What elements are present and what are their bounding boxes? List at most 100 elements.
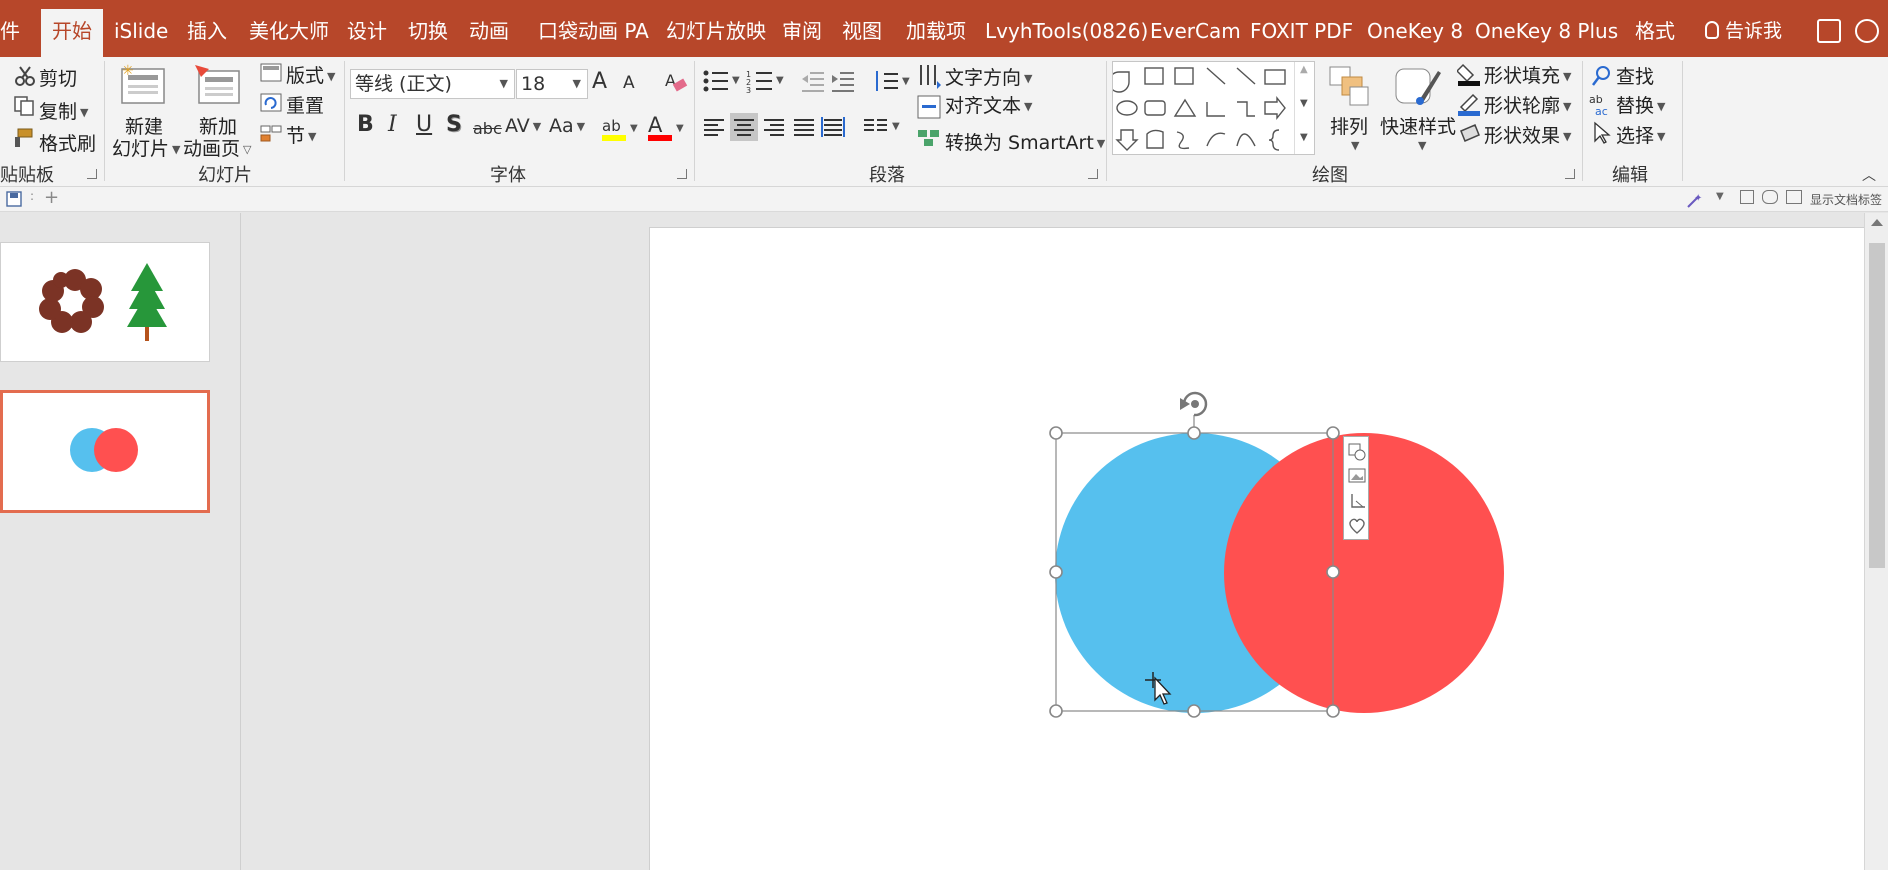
qat-dropdown-icon[interactable]: ▼ xyxy=(1716,191,1724,202)
resize-handle-t[interactable] xyxy=(1187,426,1201,440)
crop-icon[interactable] xyxy=(1348,493,1366,511)
tab-review[interactable]: 审阅 xyxy=(782,9,822,57)
tab-pocket-animation[interactable]: 口袋动画 PA xyxy=(538,9,649,57)
line-spacing-icon[interactable]: ▼ xyxy=(872,69,912,95)
shape-icon[interactable] xyxy=(1348,443,1366,461)
change-case-button[interactable]: Aa ▼ xyxy=(549,115,585,137)
share-icon[interactable] xyxy=(1817,19,1841,43)
tab-doc-icon[interactable] xyxy=(1786,190,1802,204)
shape-outline-button[interactable]: 形状轮廓 ▼ xyxy=(1484,91,1571,118)
scroll-up-icon[interactable] xyxy=(1871,219,1883,226)
quick-styles-button[interactable]: 快速样式 xyxy=(1380,112,1456,139)
font-size-dropdown[interactable]: 18 ▼ xyxy=(516,69,588,99)
tab-format[interactable]: 格式 xyxy=(1635,9,1675,57)
select-button[interactable]: 选择 ▼ xyxy=(1616,121,1665,148)
resize-handle-r[interactable] xyxy=(1326,565,1340,579)
tab-onekey8[interactable]: OneKey 8 xyxy=(1367,9,1463,57)
tab-meihua[interactable]: 美化大师 xyxy=(249,9,329,57)
bold-button[interactable]: B xyxy=(357,112,374,137)
tab-file[interactable]: 件 xyxy=(0,9,20,57)
collapse-ribbon-icon[interactable]: ︿ xyxy=(1862,165,1876,185)
resize-handle-bl[interactable] xyxy=(1049,704,1063,718)
tab-lvyhtools[interactable]: LvyhTools(0826) xyxy=(985,9,1148,57)
align-right-icon[interactable] xyxy=(762,115,786,139)
layout-button[interactable]: 版式 ▼ xyxy=(286,61,335,88)
numbering-icon[interactable]: 123▼ xyxy=(746,69,786,93)
tab-design[interactable]: 设计 xyxy=(347,9,387,57)
comment-icon[interactable] xyxy=(1762,190,1778,204)
increase-indent-icon[interactable] xyxy=(830,69,856,93)
find-button[interactable]: 查找 xyxy=(1616,62,1654,89)
image-icon[interactable] xyxy=(1348,468,1366,484)
quick-styles-dropdown-icon[interactable]: ▼ xyxy=(1418,139,1426,152)
resize-handle-l[interactable] xyxy=(1049,565,1063,579)
font-launcher-icon[interactable] xyxy=(677,169,687,179)
add-icon[interactable]: + xyxy=(44,187,59,208)
tab-islide[interactable]: iSlide xyxy=(114,9,168,57)
show-doc-tabs-label[interactable]: 显示文档标签 xyxy=(1810,191,1882,208)
feedback-icon[interactable] xyxy=(1855,19,1879,43)
highlight-color-icon[interactable]: ab ▼ xyxy=(600,113,640,143)
resize-handle-b[interactable] xyxy=(1187,704,1201,718)
tab-insert[interactable]: 插入 xyxy=(187,9,227,57)
format-painter-button[interactable]: 格式刷 xyxy=(39,129,96,156)
resize-handle-tl[interactable] xyxy=(1049,426,1063,440)
align-text-button[interactable]: 对齐文本 ▼ xyxy=(945,91,1032,118)
doc-icon-1[interactable] xyxy=(1740,190,1754,204)
clipboard-launcher-icon[interactable] xyxy=(87,169,97,179)
font-name-dropdown[interactable]: 等线 (正文) ▼ xyxy=(350,69,515,99)
drawing-launcher-icon[interactable] xyxy=(1565,169,1575,179)
tab-view[interactable]: 视图 xyxy=(842,9,882,57)
new-slide-button[interactable]: 幻灯片 ▼ xyxy=(112,134,180,161)
section-button[interactable]: 节 ▼ xyxy=(286,121,316,148)
decrease-indent-icon[interactable] xyxy=(800,69,826,93)
tab-transitions[interactable]: 切换 xyxy=(408,9,448,57)
save-icon[interactable] xyxy=(6,191,22,207)
reset-button[interactable]: 重置 xyxy=(286,91,324,118)
tab-evercam[interactable]: EverCam xyxy=(1150,9,1241,57)
tell-me-search[interactable]: 告诉我 xyxy=(1705,9,1782,57)
paragraph-launcher-icon[interactable] xyxy=(1088,169,1098,179)
gallery-scroll[interactable]: ▲ ▼ ▼ xyxy=(1294,62,1314,154)
strikethrough-button[interactable]: abc xyxy=(473,119,502,138)
replace-button[interactable]: 替换 ▼ xyxy=(1616,91,1665,118)
clear-format-icon[interactable]: A xyxy=(664,71,688,93)
rotate-handle-icon[interactable] xyxy=(1180,391,1208,417)
slide-canvas[interactable] xyxy=(649,227,1888,870)
tab-addins[interactable]: 加载项 xyxy=(906,9,966,57)
shape-effects-button[interactable]: 形状效果 ▼ xyxy=(1484,121,1571,148)
grow-font-button[interactable]: A xyxy=(592,69,607,94)
distributed-icon[interactable] xyxy=(820,115,846,139)
align-center-icon[interactable] xyxy=(730,113,758,141)
italic-button[interactable]: I xyxy=(388,112,397,137)
convert-smartart-button[interactable]: 转换为 SmartArt ▼ xyxy=(945,128,1105,155)
font-color-icon[interactable]: A ▼ xyxy=(646,113,686,143)
slide-thumbnail-1[interactable] xyxy=(0,242,210,362)
tab-onekey8-plus[interactable]: OneKey 8 Plus xyxy=(1475,9,1618,57)
underline-button[interactable]: U xyxy=(416,112,432,137)
justify-icon[interactable] xyxy=(792,115,816,139)
char-spacing-button[interactable]: AV ▼ xyxy=(505,115,541,137)
magic-wand-icon[interactable]: ✦ xyxy=(1686,191,1704,209)
copy-button[interactable]: 复制 ▼ xyxy=(39,97,88,124)
columns-icon[interactable]: ▼ xyxy=(862,115,902,139)
tab-slideshow[interactable]: 幻灯片放映 xyxy=(666,9,766,57)
tab-animations[interactable]: 动画 xyxy=(469,9,509,57)
text-shadow-button[interactable]: S xyxy=(446,112,462,137)
resize-handle-br[interactable] xyxy=(1326,704,1340,718)
slide-thumbnail-2[interactable] xyxy=(0,390,210,513)
shrink-font-button[interactable]: A xyxy=(623,73,635,93)
shape-fill-button[interactable]: 形状填充 ▼ xyxy=(1484,61,1571,88)
tab-home[interactable]: 开始 xyxy=(41,9,103,57)
arrange-button[interactable]: 排列 xyxy=(1330,112,1368,139)
bullets-icon[interactable]: ▼ xyxy=(702,69,742,93)
arrange-dropdown-icon[interactable]: ▼ xyxy=(1351,139,1359,152)
new-animation-page-button[interactable]: 动画页 ▽ xyxy=(183,134,251,161)
text-direction-button[interactable]: 文字方向 ▼ xyxy=(945,63,1032,90)
resize-handle-tr[interactable] xyxy=(1326,426,1340,440)
shapes-gallery[interactable]: ▲ ▼ ▼ xyxy=(1108,61,1315,155)
align-left-icon[interactable] xyxy=(702,115,726,139)
cut-button[interactable]: 剪切 xyxy=(39,64,77,91)
heart-icon[interactable] xyxy=(1348,517,1366,535)
scrollbar-thumb[interactable] xyxy=(1869,243,1885,568)
